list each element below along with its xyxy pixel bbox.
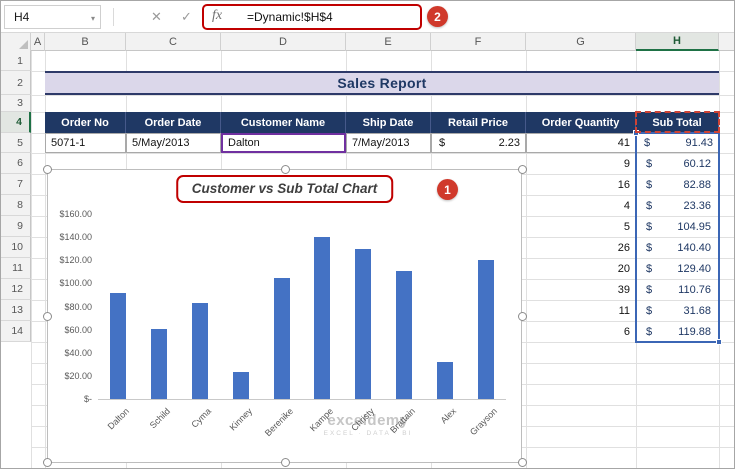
chart-title[interactable]: Customer vs Sub Total Chart [192, 181, 378, 196]
chart-plot: $160.00 $140.00 $120.00 $100.00 $80.00 $60.00… [48, 170, 521, 462]
name-box[interactable]: H4 ▾ [4, 5, 101, 29]
select-all-corner[interactable] [1, 33, 31, 51]
header-order-no[interactable]: Order No [45, 112, 126, 133]
chart-bar[interactable] [314, 236, 331, 399]
report-title-banner[interactable]: Sales Report [45, 71, 719, 95]
row-header-2[interactable]: 2 [1, 71, 31, 95]
axis-value-label: $20.00 [64, 370, 92, 381]
cell-g10[interactable]: 26 [526, 237, 636, 258]
cell-c5[interactable]: 5/May/2013 [126, 133, 221, 153]
column-header-G[interactable]: G [526, 33, 636, 51]
annotation-badge-2: 2 [427, 6, 448, 27]
axis-value-label: $60.00 [64, 324, 92, 335]
cell-f5[interactable]: $ 2.23 [431, 133, 526, 153]
cell-g11[interactable]: 20 [526, 258, 636, 279]
chart-selection-handle[interactable] [43, 458, 52, 467]
x-axis-line [98, 399, 506, 400]
axis-value-label: $100.00 [59, 278, 92, 289]
row-header-13[interactable]: 13 [1, 300, 31, 321]
axis-value-label: $160.00 [59, 209, 92, 219]
chart-selection-handle[interactable] [518, 458, 527, 467]
column-header-H[interactable]: H [636, 33, 719, 51]
chart-selection-handle[interactable] [43, 312, 52, 321]
chart-bar[interactable] [232, 371, 249, 399]
axis-value-label: $140.00 [59, 232, 92, 243]
row-header-6[interactable]: 6 [1, 153, 31, 174]
column-header-F[interactable]: F [431, 33, 526, 51]
row-header-11[interactable]: 11 [1, 258, 31, 279]
h4-dashed-range-border [635, 111, 720, 133]
cell-g12[interactable]: 39 [526, 279, 636, 300]
cell-g5[interactable]: 41 [526, 133, 636, 153]
cell-g8[interactable]: 4 [526, 195, 636, 216]
column-header-A[interactable]: A [31, 33, 45, 51]
row-header-14[interactable]: 14 [1, 321, 31, 342]
cell-g13[interactable]: 11 [526, 300, 636, 321]
excel-window: Sales Report Order No Order Date Custome… [0, 0, 735, 469]
gridline-vertical [31, 51, 32, 468]
chart-bar[interactable] [192, 303, 208, 399]
column-header-D[interactable]: D [221, 33, 346, 51]
name-box-value: H4 [14, 10, 30, 24]
row-header-4[interactable]: 4 [1, 112, 31, 133]
chart-bar[interactable] [355, 249, 372, 399]
cell-d5-category-highlight[interactable]: Dalton [221, 133, 346, 153]
report-title: Sales Report [337, 75, 427, 91]
cell-g7[interactable]: 16 [526, 174, 636, 195]
enter-icon[interactable]: ✓ [181, 9, 192, 24]
row-header-10[interactable]: 10 [1, 237, 31, 258]
axis-value-label: $80.00 [64, 301, 92, 312]
divider [113, 8, 114, 26]
annotation-box-formula [202, 4, 422, 30]
row-header-9[interactable]: 9 [1, 216, 31, 237]
chart-bar[interactable] [396, 270, 412, 399]
header-order-quantity[interactable]: Order Quantity [526, 112, 636, 133]
chart-bar[interactable] [273, 277, 290, 399]
gridline-horizontal [31, 95, 734, 96]
column-headers: ABCDEFGH [1, 33, 734, 51]
chart-selection-handle[interactable] [281, 165, 290, 174]
cell-g6[interactable]: 9 [526, 153, 636, 174]
chart-bar[interactable] [477, 260, 494, 399]
row-header-8[interactable]: 8 [1, 195, 31, 216]
currency-symbol: $ [439, 137, 446, 149]
chart-bar[interactable] [436, 362, 453, 399]
header-order-date[interactable]: Order Date [126, 112, 221, 133]
retail-price-value: 2.23 [498, 137, 520, 149]
cell-e5[interactable]: 7/May/2013 [346, 133, 431, 153]
row-header-7[interactable]: 7 [1, 174, 31, 195]
cell-g9[interactable]: 5 [526, 216, 636, 237]
cell-b5[interactable]: 5071-1 [45, 133, 126, 153]
annotation-box-chart-title: Customer vs Sub Total Chart [175, 175, 394, 203]
fill-handle[interactable] [716, 339, 722, 345]
column-header-E[interactable]: E [346, 33, 431, 51]
chart-selection-handle[interactable] [518, 312, 527, 321]
column-header-B[interactable]: B [45, 33, 126, 51]
chart-selection-handle[interactable] [518, 165, 527, 174]
row-header-5[interactable]: 5 [1, 133, 31, 153]
axis-value-label: $- [83, 394, 92, 404]
chart-frame[interactable]: $160.00 $140.00 $120.00 $100.00 $80.00 $60.00… [43, 165, 527, 467]
header-ship-date[interactable]: Ship Date [346, 112, 431, 133]
header-customer-name[interactable]: Customer Name [221, 112, 346, 133]
row-header-12[interactable]: 12 [1, 279, 31, 300]
cell-g14[interactable]: 6 [526, 321, 636, 342]
chart-bar[interactable] [151, 329, 168, 399]
chart-selection-handle[interactable] [281, 458, 290, 467]
row-header-1[interactable]: 1 [1, 51, 31, 71]
axis-value-label: $120.00 [59, 255, 92, 266]
chart-bar[interactable] [110, 293, 127, 399]
name-box-dropdown-icon[interactable]: ▾ [91, 14, 95, 23]
formula-bar: H4 ▾ ✕ ✓ fx =Dynamic!$H$4 2 [1, 1, 734, 33]
header-retail-price[interactable]: Retail Price [431, 112, 526, 133]
row-header-3[interactable]: 3 [1, 95, 31, 112]
chart-selection-handle[interactable] [43, 165, 52, 174]
cancel-icon[interactable]: ✕ [151, 9, 162, 24]
annotation-badge-1: 1 [437, 179, 458, 200]
axis-value-label: $40.00 [64, 347, 92, 358]
column-header-C[interactable]: C [126, 33, 221, 51]
subtotal-range-border [633, 130, 722, 345]
